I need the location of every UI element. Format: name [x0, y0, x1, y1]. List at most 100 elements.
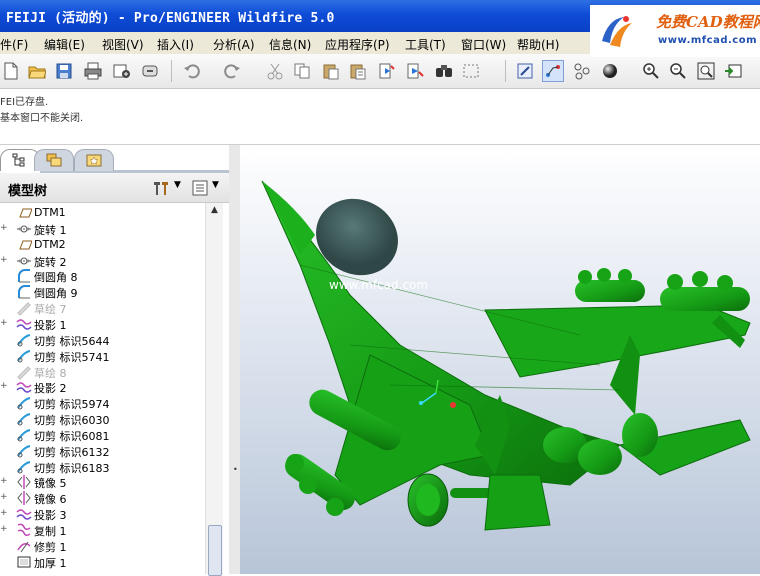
cut-icon[interactable] — [264, 60, 286, 82]
spin-center-icon[interactable] — [542, 60, 564, 82]
menu-edit[interactable]: 编辑(E) — [44, 36, 85, 53]
model-tree-item-label: 切剪 标识5974 — [34, 398, 110, 412]
open-icon[interactable] — [26, 60, 48, 82]
menu-file[interactable]: 件(F) — [0, 36, 28, 53]
zoom-out-icon[interactable] — [667, 60, 689, 82]
model-tree-item[interactable]: + 镜像 6 — [0, 490, 222, 506]
close-window-icon[interactable] — [139, 60, 161, 82]
model-tree-item[interactable]: + 旋转 1 — [0, 221, 222, 237]
tab-favorites[interactable] — [74, 149, 114, 171]
model-tree-item[interactable]: + 复制 1 — [0, 522, 222, 538]
model-tree-item[interactable]: DTM2 — [0, 237, 222, 253]
message-line-2: 基本窗口不能关闭. — [0, 113, 84, 124]
save-icon[interactable] — [53, 60, 75, 82]
navigator-panel: 模型树 ▼ ▼ DTM1 + 旋转 1 DTM2 + 旋转 2 倒圆角 8 倒圆角 9 草绘 7… — [0, 145, 240, 576]
menu-applications[interactable]: 应用程序(P) — [325, 36, 390, 53]
jet-fighter-model[interactable] — [240, 145, 760, 574]
expand-icon[interactable]: + — [0, 493, 8, 502]
expand-icon[interactable]: + — [0, 223, 8, 232]
expand-icon[interactable]: + — [0, 525, 8, 534]
model-tree-item[interactable]: 切剪 标识6132 — [0, 443, 222, 459]
tree-show-button[interactable]: ▼ — [192, 178, 222, 198]
model-tree-item-label: DTM1 — [34, 206, 66, 219]
model-tree-item[interactable]: 加厚 1 — [0, 554, 222, 570]
model-tree-item-label: 倒圆角 9 — [34, 287, 78, 301]
model-tree-item[interactable]: 草绘 8 — [0, 364, 222, 380]
model-tree-item[interactable]: 切剪 标识5644 — [0, 332, 222, 348]
cut-feature-icon — [16, 411, 32, 427]
menu-window[interactable]: 窗口(W) — [461, 36, 506, 53]
zoom-in-icon[interactable] — [640, 60, 662, 82]
paste-special-icon[interactable] — [347, 60, 369, 82]
copy-icon[interactable] — [291, 60, 313, 82]
render-icon[interactable] — [599, 60, 621, 82]
scrollbar-thumb[interactable] — [208, 525, 222, 576]
tree-settings-icon — [154, 182, 168, 195]
model-tree-item[interactable]: 切剪 标识5741 — [0, 348, 222, 364]
refit-icon[interactable] — [695, 60, 717, 82]
select-box-icon[interactable] — [460, 60, 482, 82]
expand-icon[interactable]: + — [0, 255, 8, 264]
model-tree-item[interactable]: 切剪 标识6081 — [0, 427, 222, 443]
menu-info[interactable]: 信息(N) — [269, 36, 311, 53]
model-tree-item-label: 切剪 标识6030 — [34, 414, 110, 428]
repaint-icon[interactable] — [514, 60, 536, 82]
model-tree-item[interactable]: DTM1 — [0, 205, 222, 221]
orient-icon[interactable] — [571, 60, 593, 82]
redo-icon[interactable] — [221, 60, 243, 82]
tree-settings-button[interactable]: ▼ — [152, 178, 182, 198]
expand-icon[interactable]: + — [0, 477, 8, 486]
mirror-icon — [16, 490, 32, 506]
revolve-icon — [16, 253, 32, 269]
model-tree-item-label: 倒圆角 8 — [34, 271, 78, 285]
menu-analysis[interactable]: 分析(A) — [213, 36, 255, 53]
find-icon[interactable] — [433, 60, 455, 82]
panel-sash[interactable]: • — [229, 145, 240, 574]
sash-grip-icon: • — [233, 465, 238, 474]
model-tree-item-label: 草绘 8 — [34, 366, 67, 380]
model-tree-item[interactable]: + 投影 1 — [0, 316, 222, 332]
model-tree-item[interactable]: 切剪 标识5974 — [0, 395, 222, 411]
graphics-window[interactable]: www.mfcad.com — [240, 145, 760, 574]
menu-tools[interactable]: 工具(T) — [405, 36, 446, 53]
regen-manager-icon[interactable] — [404, 60, 426, 82]
expand-icon[interactable]: + — [0, 509, 8, 518]
regenerate-icon[interactable] — [375, 60, 397, 82]
undo-icon[interactable] — [181, 60, 203, 82]
expand-icon[interactable]: + — [0, 318, 8, 327]
round-icon — [16, 284, 32, 300]
menu-insert[interactable]: 插入(I) — [157, 36, 194, 53]
expand-icon[interactable]: + — [0, 382, 8, 391]
model-tree-item-label: 切剪 标识6183 — [34, 461, 110, 475]
model-tree-item[interactable]: 切剪 标识6183 — [0, 459, 222, 475]
model-tree-item-label: 加厚 1 — [34, 556, 67, 570]
model-tree-item[interactable]: 修剪 1 — [0, 538, 222, 554]
model-tree-item[interactable]: 倒圆角 8 — [0, 268, 222, 284]
copy-feature-icon — [16, 522, 32, 538]
model-tree-item-label: 投影 2 — [34, 382, 67, 396]
model-tree-item-label: 投影 3 — [34, 509, 67, 523]
scroll-up-icon[interactable]: ▲ — [206, 205, 223, 219]
model-tree-scrollbar[interactable]: ▲ — [205, 203, 223, 576]
navigator-tabs — [0, 145, 240, 173]
tab-folder-browser[interactable] — [34, 149, 74, 171]
model-tree-item[interactable]: + 投影 3 — [0, 506, 222, 523]
model-tree-item[interactable]: + 投影 2 — [0, 379, 222, 396]
model-tree-item-label: 旋转 2 — [34, 255, 67, 269]
print-icon[interactable] — [82, 60, 104, 82]
new-icon[interactable] — [0, 60, 22, 82]
menu-view[interactable]: 视图(V) — [102, 36, 144, 53]
datum-plane-icon — [16, 237, 33, 253]
paste-icon[interactable] — [320, 60, 342, 82]
model-tree-item[interactable]: 倒圆角 9 — [0, 284, 222, 300]
saved-views-icon[interactable] — [722, 60, 744, 82]
model-tree-item[interactable]: 切剪 标识6030 — [0, 411, 222, 427]
chevron-down-icon: ▼ — [174, 180, 181, 190]
email-icon[interactable] — [111, 60, 133, 82]
menu-help[interactable]: 帮助(H) — [517, 36, 559, 53]
model-tree-item[interactable]: + 镜像 5 — [0, 474, 222, 490]
model-tree-item[interactable]: + 旋转 2 — [0, 253, 222, 269]
model-tree: DTM1 + 旋转 1 DTM2 + 旋转 2 倒圆角 8 倒圆角 9 草绘 7 + 投影 1 切剪 … — [0, 203, 222, 574]
site-logo: 免费CAD教程网 www.mfcad.com — [590, 5, 760, 57]
model-tree-item[interactable]: 草绘 7 — [0, 300, 222, 316]
